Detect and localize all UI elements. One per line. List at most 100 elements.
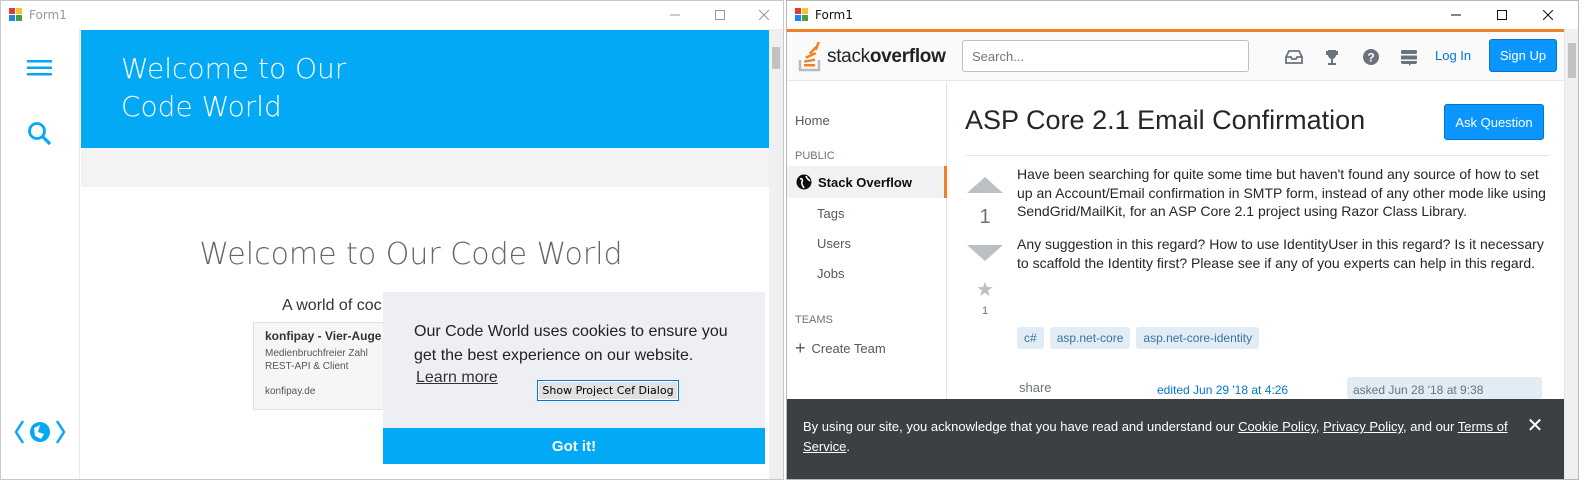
minimize-button[interactable] (652, 1, 698, 29)
privacy-policy-link[interactable]: Privacy Policy (1323, 419, 1403, 434)
question-body: Have been searching for quite some time … (1017, 165, 1549, 287)
trophy-icon (1326, 50, 1338, 65)
nav-home[interactable]: Home (795, 113, 830, 128)
stack-exchange-icon (1401, 50, 1417, 66)
close-button[interactable] (741, 1, 783, 29)
nav-section-teams: TEAMS (795, 314, 833, 326)
svg-text:?: ? (1367, 51, 1374, 65)
share-link[interactable]: share (1019, 380, 1052, 395)
ad-title: konfipay - Vier-Auge (265, 329, 382, 343)
vertical-scrollbar[interactable] (769, 29, 783, 479)
nav-section-public: PUBLIC (795, 150, 835, 162)
search-icon (28, 122, 52, 146)
help-icon: ? (1363, 49, 1379, 65)
inbox-icon (1285, 50, 1303, 64)
site-header: stackoverflow ? Log In Sign Up (787, 29, 1566, 81)
maximize-icon (1497, 10, 1507, 20)
close-icon (1543, 10, 1553, 20)
search-button[interactable] (27, 121, 53, 147)
cookie-policy-link[interactable]: Cookie Policy (1238, 419, 1316, 434)
cookie-consent-popup: Our Code World uses cookies to ensure yo… (383, 292, 765, 464)
sign-up-button[interactable]: Sign Up (1489, 39, 1557, 72)
tag[interactable]: c# (1017, 327, 1044, 349)
got-it-button[interactable]: Got it! (383, 428, 765, 464)
logo-text: stackoverflow (827, 46, 946, 68)
cookie-message: Our Code World uses cookies to ensure yo… (414, 323, 728, 364)
code-world-logo-icon (14, 420, 66, 444)
maximize-button[interactable] (1479, 1, 1525, 29)
create-team-label: Create Team (811, 341, 886, 356)
logo-text-prefix: stack (827, 46, 870, 67)
stackoverflow-logo[interactable]: stackoverflow (797, 40, 946, 74)
winforms-app-icon (795, 8, 809, 22)
page-heading: Welcome to Our Code World (199, 237, 623, 272)
nav-stack-overflow[interactable]: Stack Overflow (787, 166, 947, 198)
close-cookie-banner-button[interactable]: ✕ (1525, 413, 1545, 437)
inbox-button[interactable] (1284, 47, 1304, 67)
question-paragraph: Any suggestion in this regard? How to us… (1017, 236, 1544, 271)
tag[interactable]: asp.net-core (1049, 327, 1131, 349)
question-paragraph: Have been searching for quite some time … (1017, 166, 1546, 220)
upvote-arrow-icon[interactable] (967, 177, 1003, 193)
ad-domain: konfipay.de (265, 386, 316, 397)
globe-icon (796, 174, 812, 190)
scrollbar-thumb[interactable] (1568, 43, 1576, 78)
search-input[interactable] (962, 40, 1249, 72)
nav-jobs[interactable]: Jobs (817, 266, 844, 281)
title-bar: Form1 (787, 1, 1578, 29)
ad-text: REST-API & Client (265, 361, 349, 372)
winforms-app-icon (9, 8, 23, 22)
hamburger-menu-button[interactable] (26, 59, 54, 79)
close-button[interactable] (1525, 1, 1571, 29)
site-logo[interactable] (14, 417, 66, 447)
question-title[interactable]: ASP Core 2.1 Email Confirmation (965, 105, 1365, 136)
cookie-text: . (846, 439, 850, 454)
maximize-button[interactable] (697, 1, 743, 29)
favorite-count: 1 (981, 305, 989, 317)
title-bar: Form1 (1, 1, 783, 29)
help-button[interactable]: ? (1361, 47, 1381, 67)
close-icon (759, 10, 769, 20)
achievements-button[interactable] (1322, 47, 1342, 67)
cookie-text: By using our site, you acknowledge that … (803, 419, 1239, 434)
logo-text-suffix: overflow (869, 46, 946, 67)
ad-text: Medienbruchfreier Zahl (265, 348, 368, 359)
plus-icon: + (795, 338, 806, 358)
cookie-text: , (1315, 419, 1324, 434)
learn-more-link[interactable]: Learn more (416, 369, 498, 387)
vertical-scrollbar[interactable] (1564, 29, 1578, 479)
cookie-banner: By using our site, you acknowledge that … (787, 399, 1566, 479)
log-in-link[interactable]: Log In (1435, 48, 1471, 63)
scrollbar-thumb[interactable] (772, 47, 780, 69)
right-app-window: Form1 stackoverflow Search... ? Log In S… (786, 0, 1579, 480)
hero-title: Welcome to Our Code World (121, 52, 347, 123)
show-project-cef-dialog-button[interactable]: Show Project Cef Dialog (537, 380, 679, 401)
hero-banner: Welcome to Our Code World (81, 30, 771, 148)
vote-count: 1 (979, 206, 991, 228)
ask-question-button[interactable]: Ask Question (1444, 104, 1544, 140)
divider (965, 155, 1549, 156)
nav-users[interactable]: Users (817, 236, 851, 251)
window-title: Form1 (815, 8, 853, 22)
page-subheading: A world of coc (282, 297, 382, 314)
left-app-window: Form1 Welcome to Our Code World Welcome … (0, 0, 784, 480)
window-title: Form1 (29, 8, 67, 22)
favorite-star-icon[interactable]: ★ (973, 277, 997, 302)
hamburger-icon (27, 60, 52, 76)
downvote-arrow-icon[interactable] (967, 245, 1003, 261)
tag[interactable]: asp.net-core-identity (1136, 327, 1260, 349)
tag-list: c# asp.net-core asp.net-core-identity (1017, 327, 1260, 349)
asked-info: asked Jun 28 '18 at 9:38 (1347, 377, 1542, 399)
sidebar (1, 29, 80, 479)
cookie-text: , and our (1403, 419, 1458, 434)
create-team-link[interactable]: + Create Team (795, 338, 886, 359)
nav-tags[interactable]: Tags (817, 206, 844, 221)
minimize-icon (670, 14, 680, 16)
stackoverflow-logo-icon (798, 42, 821, 72)
minimize-button[interactable] (1433, 1, 1479, 29)
edited-link[interactable]: edited Jun 29 '18 at 4:26 (1157, 383, 1288, 397)
stack-exchange-button[interactable] (1399, 47, 1419, 67)
nav-stack-overflow-label: Stack Overflow (818, 175, 912, 190)
minimize-icon (1451, 14, 1461, 16)
maximize-icon (715, 10, 725, 20)
